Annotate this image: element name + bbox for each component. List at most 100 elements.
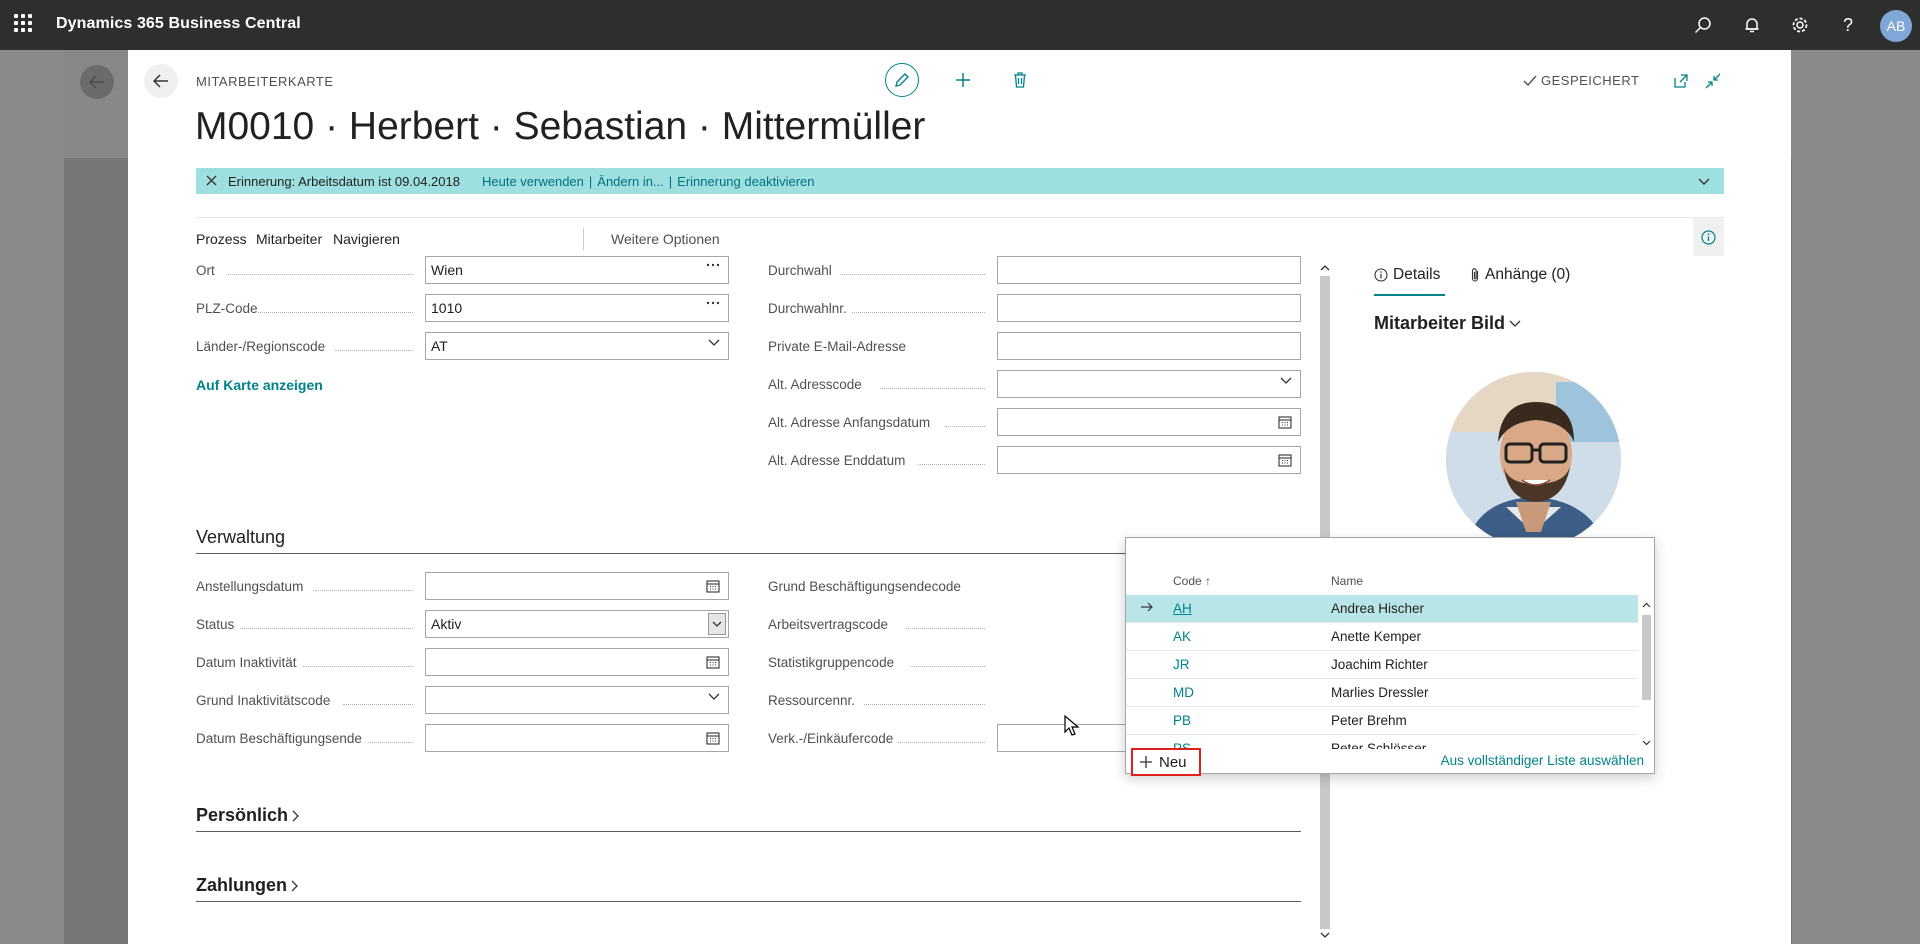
chevron-down-icon[interactable] — [1698, 174, 1710, 189]
chevron-up-icon[interactable] — [1320, 264, 1330, 271]
plz-field[interactable]: 1010 — [425, 294, 729, 322]
delete-button[interactable] — [1005, 65, 1035, 95]
disable-reminder-link[interactable]: Erinnerung deaktivieren — [677, 174, 814, 189]
section-payments[interactable]: Zahlungen — [196, 875, 299, 896]
calendar-icon[interactable] — [706, 731, 720, 745]
show-on-map-link[interactable]: Auf Karte anzeigen — [196, 377, 323, 393]
action-process[interactable]: Prozess — [196, 231, 247, 247]
employee-picture-header[interactable]: Mitarbeiter Bild — [1374, 313, 1521, 334]
tab-details-label: Details — [1393, 266, 1441, 283]
plz-label: PLZ-Code — [196, 301, 258, 316]
section-verwaltung-title[interactable]: Verwaltung — [196, 527, 285, 548]
dropdown-scroll-thumb[interactable] — [1642, 615, 1651, 700]
employee-photo[interactable] — [1446, 372, 1621, 547]
dots — [945, 426, 985, 427]
lookup-dropdown: Code ↑ Name AH Andrea Hischer AK Anette … — [1125, 537, 1655, 776]
list-item[interactable]: MD Marlies Dressler — [1126, 679, 1638, 707]
select-from-full-list-link[interactable]: Aus vollständiger Liste auswählen — [1441, 753, 1644, 768]
back-button[interactable] — [144, 64, 178, 98]
action-more-options[interactable]: Weitere Optionen — [611, 231, 720, 247]
search-icon[interactable] — [1691, 13, 1715, 37]
action-navigate[interactable]: Navigieren — [333, 231, 400, 247]
list-item[interactable]: AK Anette Kemper — [1126, 623, 1638, 651]
use-today-link[interactable]: Heute verwenden — [482, 174, 584, 189]
gear-icon[interactable] — [1788, 13, 1812, 37]
mouse-cursor-icon — [1064, 715, 1080, 736]
alt-address-end-label: Alt. Adresse Enddatum — [768, 453, 906, 468]
durchwahl-field[interactable] — [997, 256, 1301, 284]
column-header-code-label: Code — [1173, 574, 1202, 588]
app-launcher-icon[interactable] — [14, 14, 32, 32]
section-divider — [196, 901, 1301, 902]
chevron-right-icon — [291, 880, 298, 891]
info-icon[interactable] — [1693, 218, 1724, 256]
dots — [228, 274, 413, 275]
termination-date-field[interactable] — [425, 724, 729, 752]
row-code[interactable]: PB — [1173, 713, 1191, 728]
hire-date-field[interactable] — [425, 572, 729, 600]
status-label: Status — [196, 617, 235, 632]
new-button[interactable] — [948, 65, 978, 95]
dots — [864, 704, 985, 705]
chevron-down-icon[interactable] — [708, 339, 720, 347]
chevron-down-icon[interactable] — [1280, 377, 1292, 385]
change-date-link[interactable]: Ändern in... — [597, 174, 664, 189]
more-icon[interactable] — [706, 263, 720, 267]
chevron-down-icon[interactable] — [1320, 932, 1330, 939]
tab-details[interactable]: Details — [1374, 266, 1440, 284]
inactive-reason-field[interactable] — [425, 686, 729, 714]
section-personal-title: Persönlich — [196, 805, 289, 825]
action-employee[interactable]: Mitarbeiter — [256, 231, 322, 247]
close-icon[interactable] — [206, 174, 228, 189]
open-new-window-icon[interactable] — [1670, 70, 1692, 92]
section-personal[interactable]: Persönlich — [196, 805, 300, 826]
chevron-down-icon[interactable] — [1642, 740, 1651, 746]
ort-label: Ort — [196, 263, 215, 278]
chevron-up-icon[interactable] — [1642, 602, 1651, 608]
alt-address-end-field[interactable] — [997, 446, 1301, 474]
durchwahlnr-field[interactable] — [997, 294, 1301, 322]
dots — [303, 666, 413, 667]
list-item[interactable]: PS Peter Schlösser — [1126, 735, 1638, 749]
row-code[interactable]: JR — [1173, 657, 1190, 672]
collapse-icon[interactable] — [1702, 70, 1724, 92]
column-header-code[interactable]: Code ↑ — [1173, 574, 1211, 588]
row-code[interactable]: AH — [1173, 601, 1192, 616]
calendar-icon[interactable] — [706, 579, 720, 593]
column-header-name[interactable]: Name — [1331, 574, 1363, 588]
chevron-down-icon[interactable] — [708, 613, 726, 635]
list-item[interactable]: AH Andrea Hischer — [1126, 595, 1638, 623]
land-field[interactable]: AT — [425, 332, 729, 360]
private-email-label: Private E-Mail-Adresse — [768, 339, 907, 354]
reminder-separator: | — [668, 173, 673, 189]
help-icon[interactable]: ? — [1836, 13, 1860, 37]
calendar-icon[interactable] — [1278, 415, 1292, 429]
inactive-reason-label: Grund Inaktivitätscode — [196, 693, 331, 708]
row-code[interactable]: AK — [1173, 629, 1191, 644]
user-avatar[interactable]: AB — [1880, 10, 1912, 42]
reminder-bar: Erinnerung: Arbeitsdatum ist 09.04.2018 … — [196, 168, 1724, 194]
status-select[interactable]: Aktiv — [425, 610, 729, 638]
app-title[interactable]: Dynamics 365 Business Central — [56, 15, 301, 33]
action-bar: Prozess Mitarbeiter Navigieren Weitere O… — [196, 217, 1724, 259]
private-email-field[interactable] — [997, 332, 1301, 360]
bell-icon[interactable] — [1740, 13, 1764, 37]
action-divider — [583, 228, 584, 250]
more-icon[interactable] — [706, 301, 720, 305]
calendar-icon[interactable] — [1278, 453, 1292, 467]
chevron-down-icon[interactable] — [708, 693, 720, 701]
alt-address-code-field[interactable] — [997, 370, 1301, 398]
row-code[interactable]: MD — [1173, 685, 1194, 700]
calendar-icon[interactable] — [706, 655, 720, 669]
termination-date-label: Datum Beschäftigungsende — [196, 731, 362, 746]
list-item[interactable]: JR Joachim Richter — [1126, 651, 1638, 679]
ort-field[interactable]: Wien — [425, 256, 729, 284]
alt-address-start-field[interactable] — [997, 408, 1301, 436]
section-payments-title: Zahlungen — [196, 875, 287, 895]
tab-attachments[interactable]: Anhänge (0) — [1470, 266, 1570, 284]
new-record-button[interactable]: Neu — [1131, 748, 1201, 776]
chevron-down-icon — [1509, 320, 1521, 327]
edit-button[interactable] — [885, 63, 919, 97]
inactive-date-field[interactable] — [425, 648, 729, 676]
list-item[interactable]: PB Peter Brehm — [1126, 707, 1638, 735]
